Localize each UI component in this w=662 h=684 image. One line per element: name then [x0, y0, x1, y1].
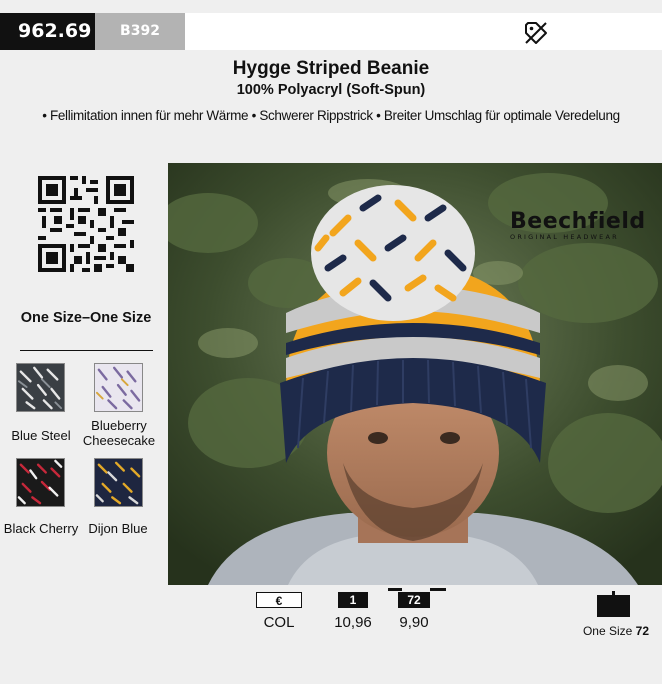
tag-offer-icon[interactable]: [522, 19, 550, 47]
qty-72-price: 9,90: [399, 614, 429, 631]
supplier-code: B392: [95, 13, 185, 50]
product-material: 100% Polyacryl (Soft-Spun): [236, 82, 426, 98]
qty-1-price: 10,96: [334, 614, 372, 631]
color-swatch-blue-steel[interactable]: [16, 363, 65, 412]
currency-box: €: [256, 592, 302, 608]
qty-72-dash-left: [388, 588, 402, 591]
color-label: Black Cherry: [3, 521, 79, 536]
top-bar: 962.69 B392: [0, 0, 662, 50]
carton-icon: [597, 591, 630, 617]
color-label: Blueberry Cheesecake: [82, 418, 156, 448]
brand-tagline: ORIGINAL HEADWEAR: [510, 233, 619, 241]
color-swatch-dijon-blue[interactable]: [94, 458, 143, 507]
color-label: Dijon Blue: [88, 521, 148, 536]
packaging-label: One Size 72: [570, 624, 662, 638]
color-label: Blue Steel: [11, 428, 71, 443]
currency-value: COL: [263, 614, 295, 631]
packaging-qty: 72: [635, 624, 650, 638]
qty-72-box: 72: [398, 592, 430, 608]
product-features: • Fellimitation innen für mehr Wärme • S…: [42, 108, 620, 123]
size-divider: [20, 350, 153, 351]
product-title: Hygge Striped Beanie: [232, 58, 430, 79]
color-swatch-black-cherry[interactable]: [16, 458, 65, 507]
qr-code[interactable]: [38, 175, 134, 273]
brand-logo: Beechfield ORIGINAL HEADWEAR: [510, 209, 660, 242]
qty-1-box: 1: [338, 592, 368, 608]
qty-72-dash-right: [430, 588, 446, 591]
article-number: 962.69: [0, 13, 95, 50]
color-swatch-blueberry-cheesecake[interactable]: [94, 363, 143, 412]
brand-name: Beechfield: [510, 209, 646, 234]
header-fill: [185, 13, 662, 50]
packaging-size: One Size: [582, 624, 633, 638]
size-range-title: One Size–One Size: [20, 310, 152, 326]
